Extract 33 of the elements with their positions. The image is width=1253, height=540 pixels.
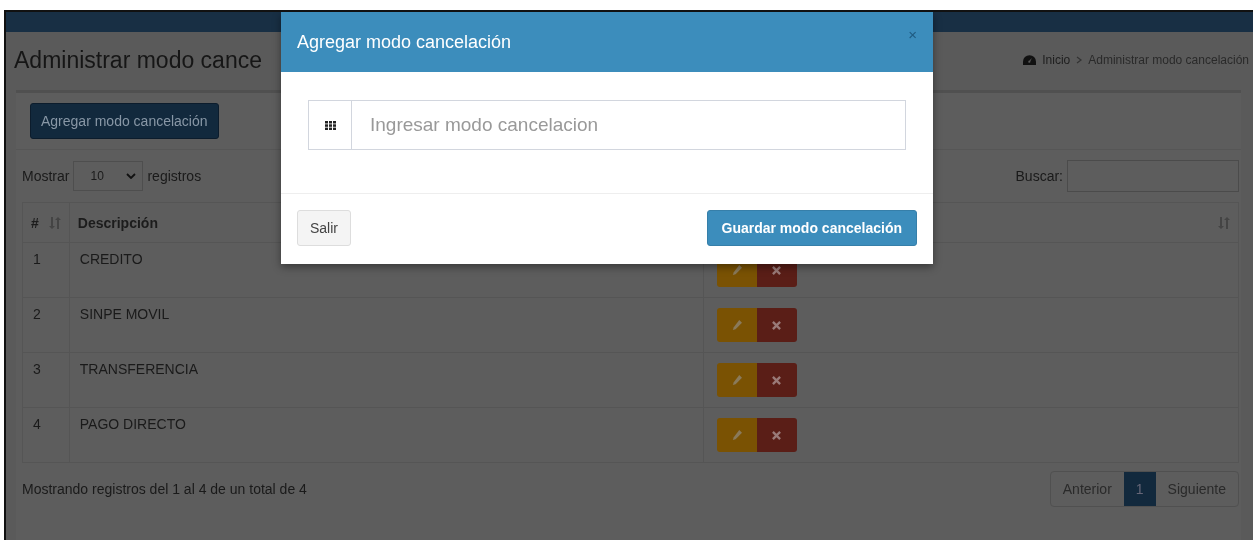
grid-icon	[324, 120, 336, 130]
close-icon	[772, 430, 782, 440]
add-button[interactable]: Agregar modo cancelación	[30, 103, 219, 139]
modal-title: Agregar modo cancelación	[297, 32, 512, 53]
exit-button[interactable]: Salir	[297, 210, 351, 246]
close-icon	[772, 375, 782, 385]
dashboard-icon	[1023, 55, 1037, 65]
table-info: Mostrando registros del 1 al 4 de un total de 4	[22, 481, 307, 497]
breadcrumb-link[interactable]: Inicio	[1042, 53, 1071, 67]
close-icon	[772, 320, 782, 330]
table-cell: 4	[22, 407, 70, 463]
table-cell: 3	[22, 352, 70, 408]
table-cell: TRANSFERENCIA	[69, 352, 704, 408]
table-cell: 1	[22, 242, 70, 298]
pencil-icon	[731, 319, 743, 331]
close-icon	[772, 265, 782, 275]
chevron-right-icon	[1076, 56, 1083, 64]
save-button[interactable]: Guardar modo cancelación	[706, 210, 917, 246]
table-cell: 2	[22, 297, 70, 353]
table-cell: PAGO DIRECTO	[69, 407, 704, 463]
records-label: registros	[147, 168, 202, 184]
input-field[interactable]: Ingresar modo cancelacion	[352, 100, 906, 150]
pencil-icon	[731, 374, 743, 386]
entries-select[interactable]: 10	[73, 161, 144, 191]
search-label: Buscar:	[1015, 168, 1063, 184]
column-header[interactable]: #	[22, 202, 70, 243]
show-label: Mostrar	[22, 168, 70, 184]
close-button[interactable]: ×	[908, 26, 917, 43]
pencil-icon	[731, 429, 743, 441]
page-title: Administrar modo cance	[14, 46, 262, 74]
chevron-down-icon	[126, 173, 137, 179]
table-cell: SINPE MOVIL	[69, 297, 704, 353]
pagination-button[interactable]: 1	[1123, 472, 1156, 506]
